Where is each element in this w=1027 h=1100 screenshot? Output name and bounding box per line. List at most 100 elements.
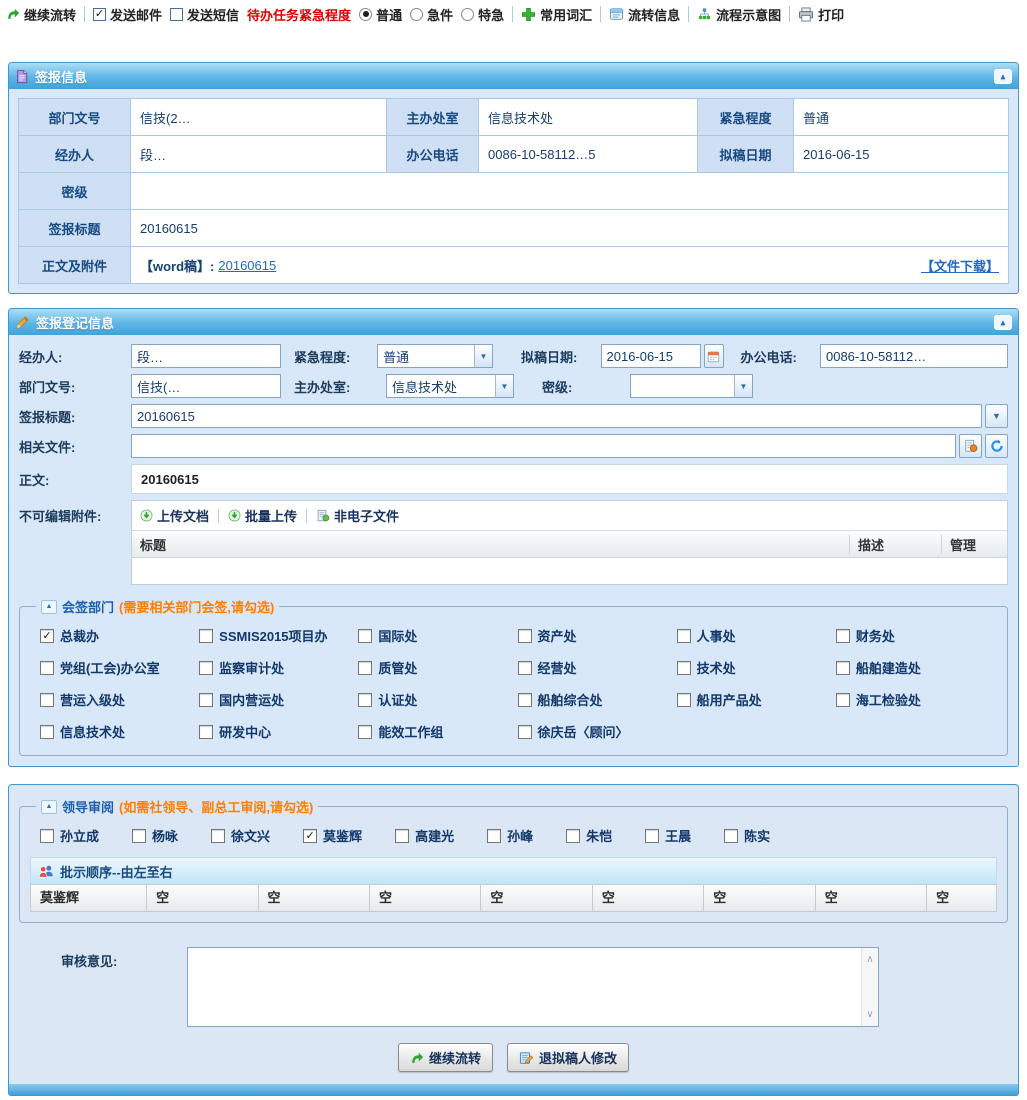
calendar-icon[interactable] — [704, 344, 725, 368]
form-row: 不可编辑附件: 上传文档 批量上传 非电子文件 标题 — [19, 500, 1008, 585]
urgency-select[interactable]: 普通 ▼ — [377, 344, 493, 368]
leader-checkbox[interactable]: 徐文兴 — [211, 826, 270, 845]
body-attach-cell: 【word稿】: 20160615 【文件下载】 — [131, 247, 1009, 284]
send-sms-checkbox[interactable]: 发送短信 — [170, 5, 239, 24]
leader-checkbox[interactable]: 朱恺 — [566, 826, 612, 845]
order-title-bar: 批示顺序--由左至右 — [30, 857, 997, 884]
dept-doc-input[interactable] — [131, 374, 281, 398]
non-electronic-button[interactable]: 非电子文件 — [316, 506, 399, 525]
col-manage: 管理 — [941, 535, 1007, 554]
dept-checkbox[interactable]: 党组(工会)办公室 — [40, 658, 199, 677]
word-doc-link[interactable]: 20160615 — [218, 258, 276, 273]
common-vocab-button[interactable]: 常用词汇 — [521, 5, 592, 24]
table-row: 经办人 段… 办公电话 0086-10-58112…5 拟稿日期 2016-06… — [19, 136, 1009, 173]
urgency-radio-normal[interactable]: 普通 — [359, 5, 402, 24]
secrecy-select[interactable]: ▼ — [630, 374, 753, 398]
collapse-section-icon[interactable]: ▲ — [41, 800, 57, 814]
dept-label: 能效工作组 — [378, 722, 443, 741]
phone-input[interactable] — [820, 344, 1008, 368]
chevron-down-icon[interactable]: ▼ — [985, 404, 1008, 428]
checkbox-icon — [170, 8, 183, 21]
leader-checkbox[interactable]: 孙立成 — [40, 826, 99, 845]
dept-checkbox[interactable]: 能效工作组 — [358, 722, 517, 741]
dept-checkbox[interactable]: 国内营运处 — [199, 690, 358, 709]
dept-checkbox[interactable]: 国际处 — [358, 626, 517, 645]
opinion-textarea[interactable] — [188, 948, 860, 1026]
urgency-radio-extra[interactable]: 特急 — [461, 5, 504, 24]
body-field-label: 正文: — [19, 470, 131, 489]
dept-checkbox[interactable]: 船舶综合处 — [518, 690, 677, 709]
leader-checkbox[interactable]: 高建光 — [395, 826, 454, 845]
dept-checkbox[interactable]: 技术处 — [677, 658, 836, 677]
upload-doc-button[interactable]: 上传文档 — [140, 506, 209, 525]
file-download-link[interactable]: 【文件下载】 — [921, 256, 999, 275]
flow-diagram-button[interactable]: 流程示意图 — [697, 5, 781, 24]
flow-info-label: 流转信息 — [628, 5, 680, 24]
batch-upload-button[interactable]: 批量上传 — [228, 506, 297, 525]
select-document-icon[interactable] — [959, 434, 982, 458]
dept-checkbox[interactable]: 营运入级处 — [40, 690, 199, 709]
dept-checkbox[interactable]: 监察审计处 — [199, 658, 358, 677]
textarea-scrollbar[interactable]: ∧ ∨ — [861, 948, 878, 1026]
chevron-down-icon[interactable]: ▼ — [474, 345, 492, 367]
print-button[interactable]: 打印 — [798, 5, 844, 24]
col-description: 描述 — [849, 535, 941, 554]
checkbox-icon — [677, 661, 691, 675]
dept-checkbox[interactable]: 徐庆岳〈顾问〉 — [518, 722, 677, 741]
urgency-extra-label: 特急 — [478, 5, 504, 24]
checkbox-icon — [518, 725, 532, 739]
dept-label: 监察审计处 — [219, 658, 284, 677]
dept-checkbox[interactable]: 财务处 — [836, 626, 995, 645]
collapse-section-icon[interactable]: ▲ — [41, 600, 57, 614]
leader-checkbox[interactable]: 王晨 — [645, 826, 691, 845]
chevron-down-icon[interactable]: ▼ — [495, 375, 513, 397]
dept-checkbox[interactable]: 信息技术处 — [40, 722, 199, 741]
related-files-input[interactable] — [131, 434, 956, 458]
checkbox-icon — [487, 829, 501, 843]
continue-flow-submit-button[interactable]: 继续流转 — [398, 1043, 493, 1072]
form-row: 正文: 20160615 — [19, 464, 1008, 494]
people-icon — [38, 864, 54, 879]
dept-checkbox[interactable]: 海工检验处 — [836, 690, 995, 709]
scroll-down-icon[interactable]: ∨ — [866, 1009, 873, 1020]
send-email-checkbox[interactable]: 发送邮件 — [93, 5, 162, 24]
memo-title-input[interactable] — [131, 404, 982, 428]
phone-value: 0086-10-58112…5 — [479, 136, 698, 173]
radio-icon — [461, 8, 474, 21]
leader-label: 高建光 — [415, 826, 454, 845]
toolbar-separator — [306, 509, 307, 523]
handler-input[interactable] — [131, 344, 281, 368]
dept-checkbox[interactable]: 质管处 — [358, 658, 517, 677]
dept-checkbox[interactable]: 人事处 — [677, 626, 836, 645]
refresh-icon[interactable] — [985, 434, 1008, 458]
dept-checkbox[interactable]: 研发中心 — [199, 722, 358, 741]
dept-checkbox[interactable]: 资产处 — [518, 626, 677, 645]
leader-checkbox[interactable]: 莫鉴辉 — [303, 826, 362, 845]
collapse-panel-icon[interactable]: ▲ — [994, 69, 1012, 84]
chevron-down-icon[interactable]: ▼ — [734, 375, 752, 397]
dept-checkbox[interactable]: 总裁办 — [40, 626, 199, 645]
leader-checkbox[interactable]: 杨咏 — [132, 826, 178, 845]
dept-checkbox[interactable]: 船舶建造处 — [836, 658, 995, 677]
collapse-panel-icon[interactable]: ▲ — [994, 315, 1012, 330]
dept-checkbox[interactable]: 船用产品处 — [677, 690, 836, 709]
flow-info-button[interactable]: 流转信息 — [609, 5, 680, 24]
continue-flow-button[interactable]: 继续流转 — [6, 5, 76, 24]
leader-checkbox[interactable]: 陈实 — [724, 826, 770, 845]
table-row: 密级 — [19, 173, 1009, 210]
return-to-drafter-button[interactable]: 退拟稿人修改 — [507, 1043, 629, 1072]
checkbox-icon — [199, 661, 213, 675]
scroll-up-icon[interactable]: ∧ — [866, 954, 873, 965]
draft-date-input[interactable] — [601, 344, 701, 368]
dept-label: 国内营运处 — [219, 690, 284, 709]
host-office-select[interactable]: 信息技术处 ▼ — [386, 374, 514, 398]
urgency-radio-urgent[interactable]: 急件 — [410, 5, 453, 24]
host-office-value: 信息技术处 — [479, 99, 698, 136]
leader-checkbox[interactable]: 孙峰 — [487, 826, 533, 845]
dept-checkbox[interactable]: SSMIS2015项目办 — [199, 626, 358, 645]
body-editor[interactable]: 20160615 — [131, 464, 1008, 494]
dept-checkbox[interactable]: 认证处 — [358, 690, 517, 709]
urgency-urgent-label: 急件 — [427, 5, 453, 24]
dept-checkbox[interactable]: 经营处 — [518, 658, 677, 677]
form-row: 经办人: 紧急程度: 普通 ▼ 拟稿日期: 办公电话: — [19, 344, 1008, 368]
